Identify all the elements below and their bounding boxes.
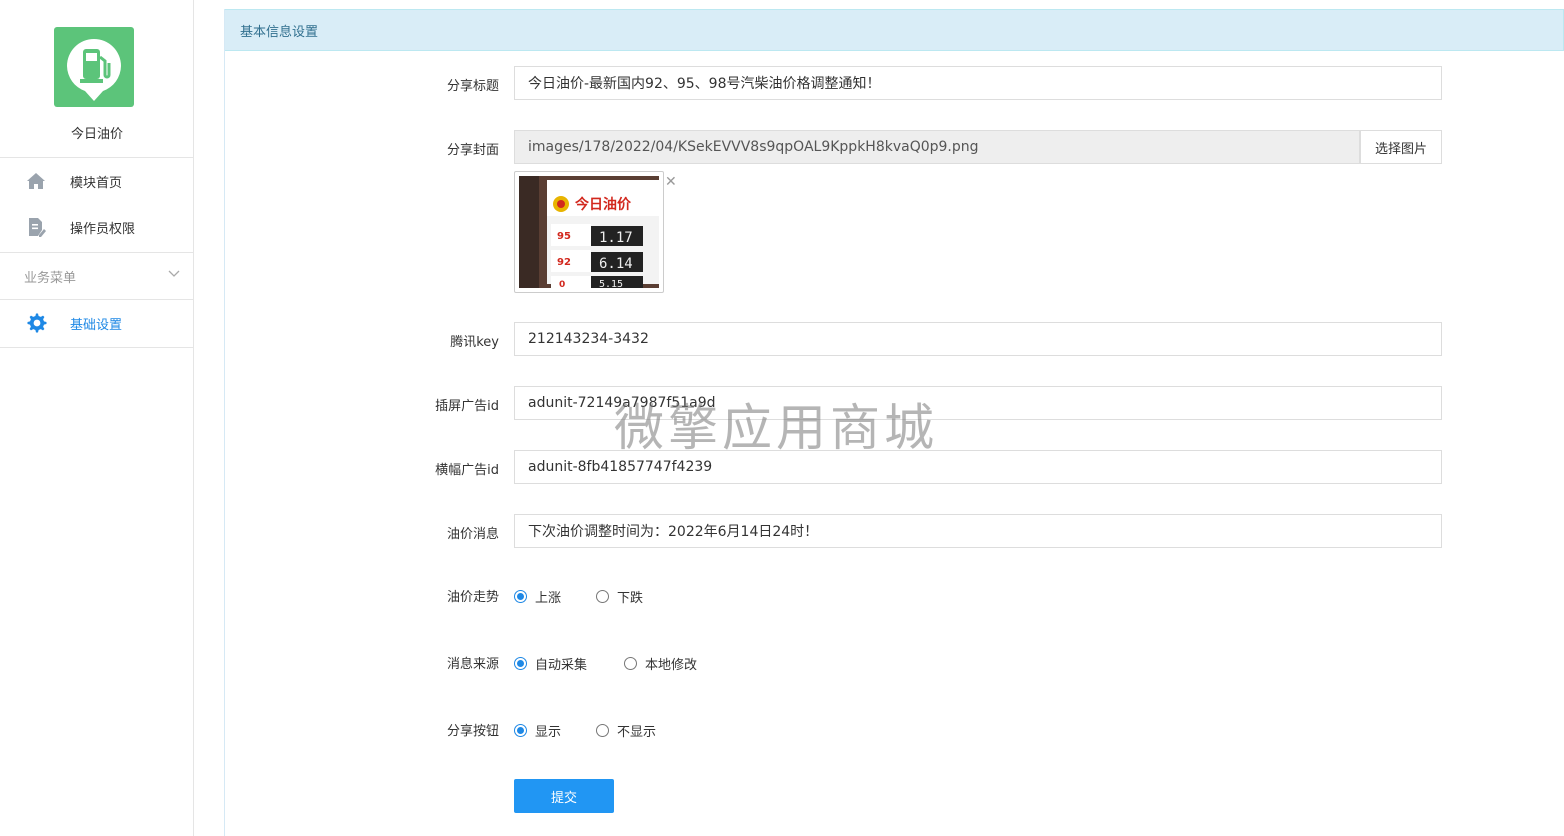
share-title-input[interactable]: 今日油价-最新国内92、95、98号汽柴油价格调整通知！ bbox=[514, 66, 1442, 100]
app-logo bbox=[54, 27, 134, 107]
app-header: 今日油价 bbox=[0, 0, 193, 158]
radio-checked-icon bbox=[514, 590, 527, 603]
cover-grade-92: 92 bbox=[557, 257, 571, 268]
radio-checked-icon bbox=[514, 657, 527, 670]
sidebar-item-permissions[interactable]: 操作员权限 bbox=[0, 204, 193, 250]
sidebar: 今日油价 模块首页 操作员权限 业务菜单 基础设置 bbox=[0, 0, 194, 836]
home-icon bbox=[27, 173, 45, 189]
sidebar-item-home[interactable]: 模块首页 bbox=[0, 158, 193, 204]
radio-label: 本地修改 bbox=[645, 658, 698, 673]
cover-price-95: 1.17 bbox=[599, 230, 633, 246]
field-label: 插屏广告id bbox=[435, 399, 499, 414]
source-radio-local[interactable]: 本地修改 bbox=[624, 654, 697, 673]
field-label: 腾讯key bbox=[450, 335, 499, 350]
share-button-radio-show[interactable]: 显示 bbox=[514, 721, 561, 740]
field-label: 分享按钮 bbox=[446, 724, 499, 739]
price-message-input[interactable]: 下次油价调整时间为：2022年6月14日24时！ bbox=[514, 514, 1442, 548]
document-edit-icon bbox=[29, 218, 46, 237]
field-label: 油价走势 bbox=[446, 590, 499, 605]
cover-price-92: 6.14 bbox=[599, 256, 633, 272]
field-label: 横幅广告id bbox=[435, 463, 499, 478]
cover-image-title: 今日油价 bbox=[574, 196, 632, 213]
fuel-pump-icon bbox=[67, 39, 121, 101]
sidebar-item-label: 基础设置 bbox=[70, 317, 123, 333]
select-image-button[interactable]: 选择图片 bbox=[1360, 130, 1442, 164]
sidebar-item-basic-settings[interactable]: 基础设置 bbox=[0, 300, 193, 346]
sidebar-item-label: 模块首页 bbox=[70, 175, 123, 191]
share-button-radio-hide[interactable]: 不显示 bbox=[596, 721, 656, 740]
share-cover-path-input[interactable]: images/178/2022/04/KSekEVVV8s9qpOAL9Kppk… bbox=[514, 130, 1360, 164]
cover-price-0: 5.15 bbox=[599, 279, 623, 288]
sidebar-item-label: 操作员权限 bbox=[70, 221, 136, 237]
field-label: 消息来源 bbox=[446, 657, 499, 672]
radio-unchecked-icon bbox=[596, 724, 609, 737]
submit-button[interactable]: 提交 bbox=[514, 779, 614, 813]
trend-radio-down[interactable]: 下跌 bbox=[596, 587, 643, 606]
tencent-key-input[interactable]: 212143234-3432 bbox=[514, 322, 1442, 356]
radio-checked-icon bbox=[514, 724, 527, 737]
chevron-down-icon bbox=[168, 270, 180, 277]
panel-header: 基本信息设置 bbox=[225, 9, 1564, 51]
divider bbox=[0, 347, 193, 348]
gear-icon bbox=[27, 313, 47, 333]
radio-label: 不显示 bbox=[617, 725, 657, 740]
radio-label: 自动采集 bbox=[535, 658, 588, 673]
field-label: 油价消息 bbox=[446, 527, 499, 542]
panel-title: 基本信息设置 bbox=[240, 24, 319, 40]
interstitial-ad-id-input[interactable]: adunit-72149a7987f51a9d bbox=[514, 386, 1442, 420]
cover-grade-0: 0 bbox=[559, 280, 565, 288]
field-label: 分享封面 bbox=[446, 143, 499, 158]
radio-unchecked-icon bbox=[624, 657, 637, 670]
sidebar-group-label: 业务菜单 bbox=[24, 270, 77, 286]
app-name: 今日油价 bbox=[70, 127, 123, 142]
trend-radio-up[interactable]: 上涨 bbox=[514, 587, 561, 606]
cover-thumbnail: 今日油价 95 1.17 92 6.14 0 5.15 bbox=[514, 171, 664, 293]
cover-image: 今日油价 95 1.17 92 6.14 0 5.15 bbox=[519, 176, 659, 290]
radio-label: 上涨 bbox=[535, 591, 562, 606]
banner-ad-id-input[interactable]: adunit-8fb41857747f4239 bbox=[514, 450, 1442, 484]
cover-grade-95: 95 bbox=[557, 231, 571, 242]
radio-label: 显示 bbox=[535, 725, 562, 740]
radio-label: 下跌 bbox=[617, 591, 644, 606]
radio-unchecked-icon bbox=[596, 590, 609, 603]
source-radio-auto[interactable]: 自动采集 bbox=[514, 654, 587, 673]
main-panel: 基本信息设置 分享标题 今日油价-最新国内92、95、98号汽柴油价格调整通知！… bbox=[224, 9, 1564, 836]
field-label: 分享标题 bbox=[446, 79, 499, 94]
remove-image-icon[interactable]: ✕ bbox=[665, 174, 677, 190]
sidebar-group-business[interactable]: 业务菜单 bbox=[0, 252, 193, 300]
